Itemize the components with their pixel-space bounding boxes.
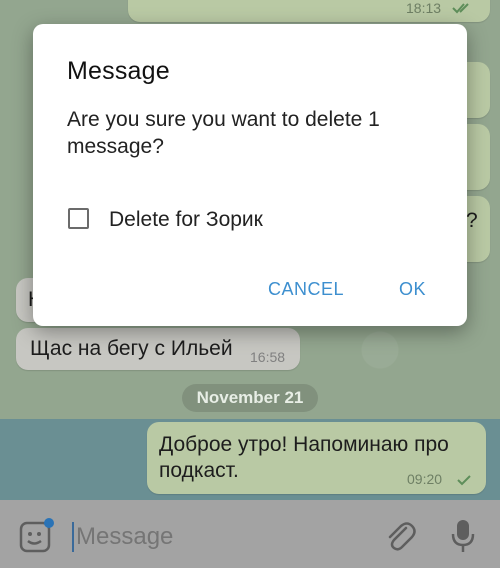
- checkbox-label[interactable]: Delete for Зорик: [109, 208, 263, 232]
- dialog-message: Are you sure you want to delete 1 messag…: [67, 108, 380, 158]
- dialog-title: Message: [67, 57, 170, 85]
- cancel-button[interactable]: CANCEL: [268, 279, 344, 300]
- delete-for-contact-checkbox[interactable]: [68, 208, 89, 229]
- delete-message-dialog: Message Are you sure you want to delete …: [33, 24, 467, 326]
- ok-button[interactable]: OK: [399, 279, 426, 300]
